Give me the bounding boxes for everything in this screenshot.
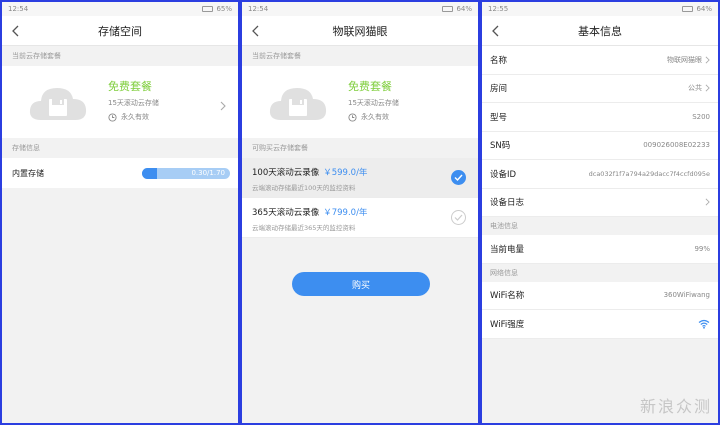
status-bar: 12:55 64% — [482, 2, 718, 16]
status-bar: 12:54 64% — [242, 2, 478, 16]
plan-validity: 永久有效 — [108, 112, 149, 122]
buy-button[interactable]: 购买 — [292, 272, 430, 296]
purchase-screen: 12:54 64% 物联网猫眼 当前云存储套餐 免费套餐 15天滚动云存储 永久… — [242, 2, 478, 423]
plan-desc: 15天滚动云存储 — [108, 99, 159, 107]
status-battery: 65% — [216, 5, 232, 13]
info-row-battery: 当前电量 99% — [482, 235, 718, 264]
info-value: 99% — [694, 244, 710, 253]
nav-bar: 基本信息 — [482, 16, 718, 46]
plan-desc: 15天滚动云存储 — [348, 99, 399, 107]
info-row-device-log[interactable]: 设备日志 — [482, 188, 718, 217]
cloud-storage-icon — [27, 80, 89, 128]
status-time: 12:54 — [248, 5, 269, 13]
back-arrow-icon[interactable] — [8, 23, 24, 39]
section-battery-info: 电池信息 — [490, 222, 518, 230]
info-row-name[interactable]: 名称 物联网猫眼 — [482, 46, 718, 75]
current-plan-card: 免费套餐 15天滚动云存储 永久有效 — [242, 66, 478, 138]
package-name: 100天滚动云录像 ￥599.0/年 — [252, 168, 368, 178]
section-storage-info: 存储信息 — [12, 144, 40, 152]
info-row-room[interactable]: 房间 公共 — [482, 74, 718, 103]
storage-progress-bar: 0.30/1.70 — [142, 167, 230, 179]
watermark-logo: 新浪众测 — [639, 397, 712, 416]
chevron-right-icon — [220, 96, 226, 115]
storage-usage-text: 0.30/1.70 — [191, 168, 225, 177]
section-network-info: 网络信息 — [490, 268, 518, 277]
chevron-right-icon — [705, 56, 710, 64]
package-desc: 云端滚动存储最近365天的监控资料 — [252, 224, 356, 232]
battery-icon — [202, 6, 214, 12]
info-key: 设备日志 — [490, 198, 525, 209]
info-row-wifi-name: WiFi名称 360WiFiwang — [482, 281, 718, 310]
plan-validity-text: 永久有效 — [121, 113, 149, 121]
package-name: 365天滚动云录像 ￥799.0/年 — [252, 208, 368, 218]
current-plan-card[interactable]: 免费套餐 15天滚动云存储 永久有效 — [2, 66, 238, 138]
info-row-device-id: 设备ID dca032f1f7a794a29dacc7f4ccfd095e — [482, 160, 718, 189]
plan-validity-text: 永久有效 — [361, 113, 389, 121]
nav-bar: 物联网猫眼 — [242, 16, 478, 46]
info-value: dca032f1f7a794a29dacc7f4ccfd095e — [588, 169, 710, 178]
chevron-right-icon — [705, 198, 710, 206]
info-row-model: 型号 S200 — [482, 103, 718, 132]
wifi-icon — [698, 319, 710, 329]
section-current-plan: 当前云存储套餐 — [252, 52, 301, 60]
info-key: WiFi名称 — [490, 291, 525, 302]
info-value: 009026008E02233 — [643, 141, 710, 150]
storage-label: 内置存储 — [12, 168, 44, 178]
cloud-storage-icon — [267, 80, 329, 128]
status-bar: 12:54 65% — [2, 2, 238, 16]
info-value: 公共 — [688, 83, 710, 93]
storage-progress-fill — [142, 167, 158, 179]
page-title: 存储空间 — [98, 24, 142, 38]
info-value: 物联网猫眼 — [667, 55, 710, 65]
plan-name: 免费套餐 — [108, 80, 152, 93]
section-current-plan: 当前云存储套餐 — [12, 52, 61, 60]
battery-icon — [682, 6, 694, 12]
package-price: ￥599.0/年 — [323, 168, 368, 178]
nav-bar: 存储空间 — [2, 16, 238, 46]
page-title: 物联网猫眼 — [332, 24, 388, 38]
back-arrow-icon[interactable] — [248, 23, 264, 39]
plan-validity: 永久有效 — [348, 112, 389, 122]
info-key: 房间 — [490, 84, 508, 95]
checkmark-unselected-icon[interactable] — [451, 210, 466, 225]
package-price: ￥799.0/年 — [323, 208, 368, 218]
info-key: 名称 — [490, 55, 508, 66]
section-buy-plans: 可购买云存储套餐 — [252, 144, 308, 152]
device-info-screen: 12:55 64% 基本信息 名称 物联网猫眼 房间 公共 型号 S200 SN… — [482, 2, 718, 423]
package-option-100[interactable]: 100天滚动云录像 ￥599.0/年 云端滚动存储最近100天的监控资料 — [242, 158, 478, 198]
status-time: 12:55 — [488, 5, 509, 13]
storage-screen: 12:54 65% 存储空间 当前云存储套餐 免费套餐 15天滚动云存储 永久有… — [2, 2, 238, 423]
status-battery: 64% — [456, 5, 472, 13]
info-key: WiFi强度 — [490, 319, 525, 330]
status-time: 12:54 — [8, 5, 29, 13]
info-row-sn: SN码 009026008E02233 — [482, 131, 718, 160]
info-key: 当前电量 — [490, 244, 525, 255]
status-battery: 64% — [696, 5, 712, 13]
info-key: SN码 — [490, 141, 511, 152]
clock-icon — [348, 112, 357, 122]
package-desc: 云端滚动存储最近100天的监控资料 — [252, 184, 356, 192]
info-key: 设备ID — [490, 169, 517, 180]
info-value: S200 — [692, 112, 710, 121]
info-value: 360WiFiwang — [663, 291, 710, 300]
checkmark-selected-icon[interactable] — [451, 170, 466, 185]
internal-storage-row: 内置存储 0.30/1.70 — [2, 158, 238, 188]
package-option-365[interactable]: 365天滚动云录像 ￥799.0/年 云端滚动存储最近365天的监控资料 — [242, 198, 478, 238]
plan-name: 免费套餐 — [348, 80, 392, 93]
chevron-right-icon — [705, 84, 710, 92]
clock-icon — [108, 112, 117, 122]
page-title: 基本信息 — [578, 24, 622, 38]
info-key: 型号 — [490, 112, 508, 123]
battery-icon — [442, 6, 454, 12]
info-value — [705, 198, 710, 206]
back-arrow-icon[interactable] — [488, 23, 504, 39]
info-row-wifi-strength: WiFi强度 — [482, 310, 718, 339]
